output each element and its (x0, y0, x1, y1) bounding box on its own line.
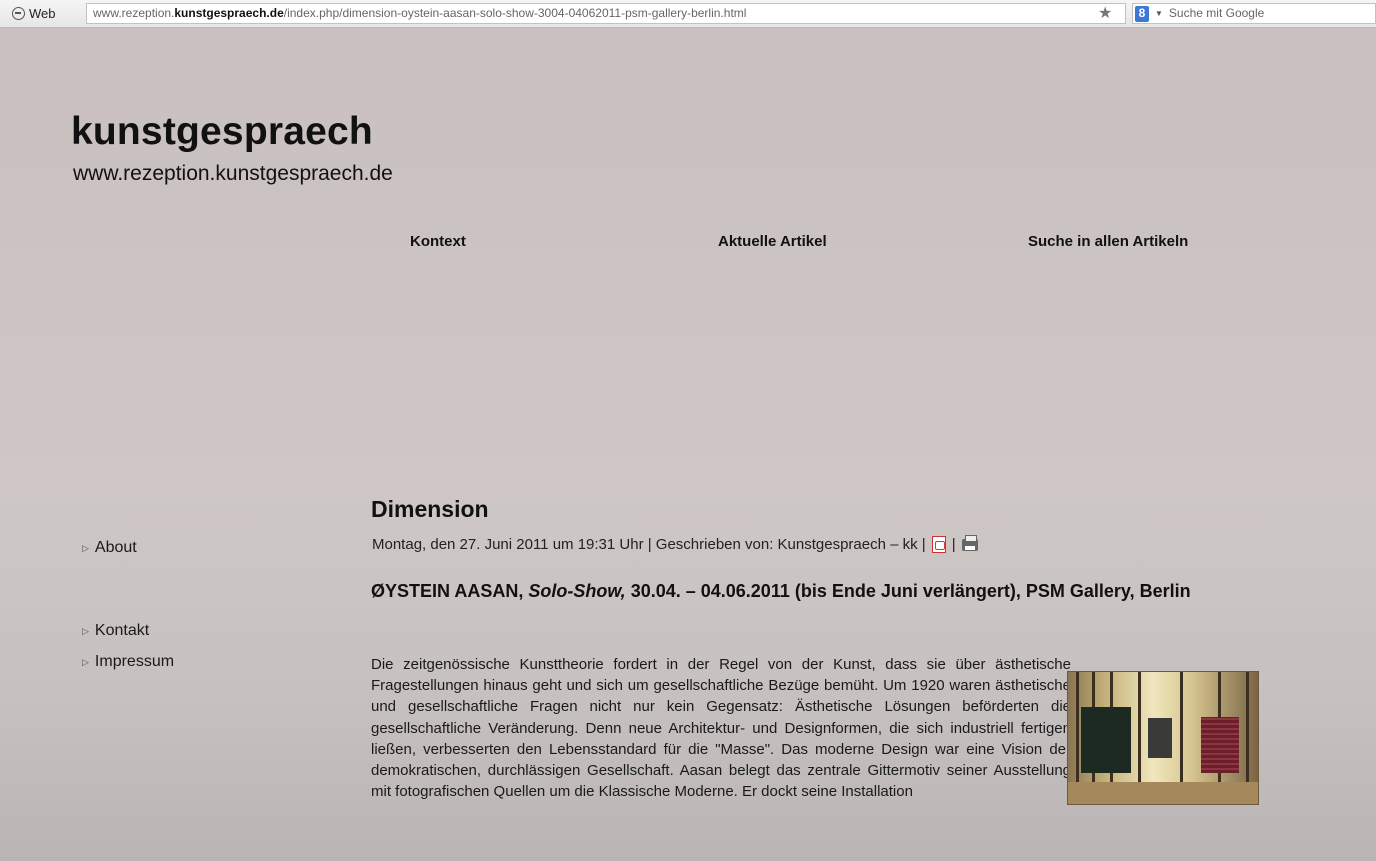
address-bar[interactable]: www.rezeption.kunstgespraech.de/index.ph… (86, 3, 1126, 24)
web-label: Web (29, 5, 56, 21)
site-subtitle: www.rezeption.kunstgespraech.de (73, 162, 393, 185)
globe-icon (12, 6, 25, 20)
chevron-down-icon[interactable]: ▼ (1155, 4, 1163, 23)
meta-separator: | (951, 536, 956, 553)
article-body-text: Die zeitgenössische Kunsttheorie fordert… (371, 656, 1071, 801)
url-domain: kunstgespraech.de (174, 6, 284, 20)
browser-toolbar: Web www.rezeption.kunstgespraech.de/inde… (0, 0, 1376, 28)
search-input[interactable]: 8 ▼ Suche mit Google (1132, 3, 1376, 24)
url-prefix: www.rezeption. (93, 6, 175, 20)
triangle-bullet-icon: ▷ (82, 625, 89, 636)
exhibition-photo[interactable] (1067, 671, 1259, 805)
nav-link-suche[interactable]: Suche in allen Artikeln (1028, 233, 1188, 250)
google-search-engine-icon[interactable]: 8 (1135, 5, 1149, 22)
print-icon[interactable] (961, 534, 978, 551)
subhead-details: 30.04. – 04.06.2011 (bis Ende Juni verlä… (625, 581, 1191, 601)
sidebar-item-label: Kontakt (94, 622, 150, 639)
subhead-artist: ØYSTEIN AASAN, (371, 581, 529, 601)
web-page: kunstgespraech www.rezeption.kunstgespra… (0, 28, 1376, 861)
article-title: Dimension (371, 496, 489, 522)
article-meta-text: Montag, den 27. Juni 2011 um 19:31 Uhr |… (372, 536, 926, 553)
triangle-bullet-icon: ▷ (82, 656, 89, 667)
sidebar-item-kontakt[interactable]: ▷ Kontakt (82, 622, 149, 640)
sidebar-item-label: Impressum (94, 653, 175, 670)
photo-dark-panel (1081, 707, 1131, 773)
search-placeholder: Suche mit Google (1168, 6, 1265, 20)
photo-floor (1068, 782, 1258, 804)
web-site-chip[interactable]: Web (2, 3, 84, 23)
sidebar-item-label: About (94, 539, 137, 556)
bookmark-star-icon[interactable]: ★ (1098, 4, 1112, 24)
article-subheading: ØYSTEIN AASAN, Solo-Show, 30.04. – 04.06… (371, 580, 1261, 603)
subhead-show: Solo-Show, (528, 581, 626, 601)
pdf-icon[interactable] (931, 536, 946, 553)
nav-link-aktuelle-artikel[interactable]: Aktuelle Artikel (718, 233, 827, 250)
photo-small-panel (1148, 718, 1172, 758)
url-path: /index.php/dimension-oystein-aasan-solo-… (283, 6, 747, 20)
triangle-bullet-icon: ▷ (82, 542, 89, 553)
sidebar-item-impressum[interactable]: ▷ Impressum (82, 653, 174, 671)
site-title[interactable]: kunstgespraech (71, 110, 373, 154)
article-meta: Montag, den 27. Juni 2011 um 19:31 Uhr |… (372, 534, 978, 553)
photo-red-grid-panel (1201, 717, 1239, 773)
nav-link-kontext[interactable]: Kontext (410, 233, 466, 250)
sidebar-item-about[interactable]: ▷ About (82, 539, 137, 557)
